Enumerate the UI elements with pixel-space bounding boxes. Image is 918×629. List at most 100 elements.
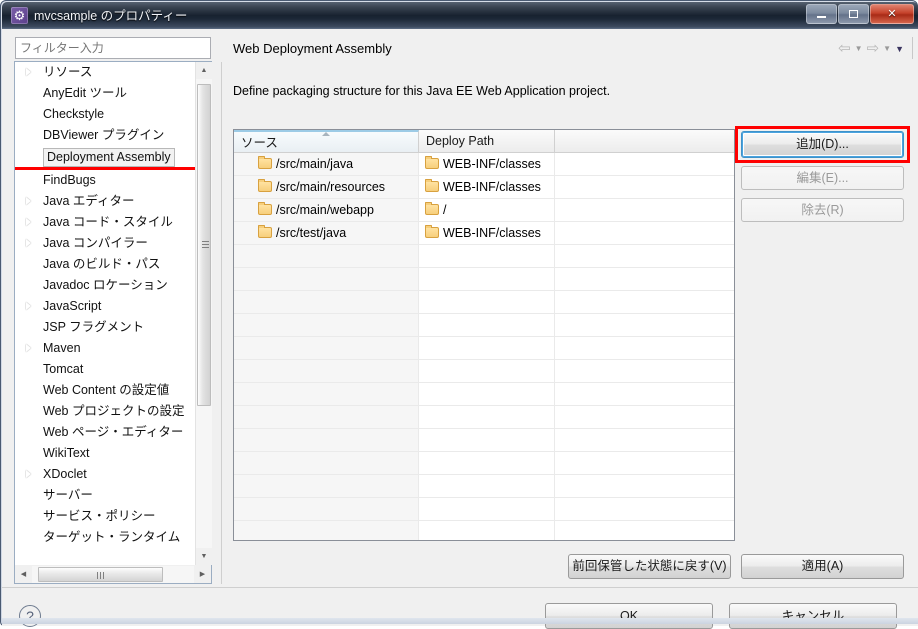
cancel-button[interactable]: キャンセル [729,603,897,629]
settings-tree[interactable]: リソース AnyEdit ツール Checkstyle DBViewer プラグイン D… [15,62,211,565]
expand-arrow-icon[interactable] [26,470,31,478]
sidebar-item-3[interactable]: DBViewer プラグイン [15,125,211,146]
folder-icon [425,179,439,192]
sidebar-item-5[interactable]: FindBugs [15,170,211,191]
sidebar-item-10[interactable]: Javadoc ロケーション [15,275,211,296]
cell-empty [234,521,419,540]
table-row-empty[interactable] [234,360,734,383]
sidebar-item-label: Java のビルド・パス [43,257,161,271]
sidebar-item-20[interactable]: サーバー [15,485,211,506]
table-row[interactable]: /src/main/webapp / [234,199,734,222]
scroll-right-icon[interactable]: ▶ [194,566,211,583]
sidebar-item-label: Javadoc ロケーション [43,278,168,292]
sidebar-item-label: Web プロジェクトの設定 [43,404,185,418]
sidebar-item-21[interactable]: サービス・ポリシー [15,506,211,527]
back-chevron-down-icon[interactable]: ▼ [855,41,863,57]
table-row-empty[interactable] [234,429,734,452]
table-row-empty[interactable] [234,521,734,540]
apply-button[interactable]: 適用(A) [741,554,904,579]
sidebar-item-11[interactable]: JavaScript [15,296,211,317]
horizontal-scrollbar-thumb[interactable] [38,567,163,582]
cell-source: /src/main/resources [234,176,419,198]
cell-empty [419,429,555,451]
sidebar-item-18[interactable]: WikiText [15,443,211,464]
sidebar-item-15[interactable]: Web Content の設定値 [15,380,211,401]
remove-button[interactable]: 除去(R) [741,198,904,222]
sidebar-item-9[interactable]: Java のビルド・パス [15,254,211,275]
restore-defaults-button[interactable]: 前回保管した状態に戻す(V) [568,554,731,579]
cell-empty [555,268,734,290]
expand-arrow-icon[interactable] [26,68,31,76]
cell-extra [555,176,734,198]
sidebar-item-7[interactable]: Java コード・スタイル [15,212,211,233]
table-row-empty[interactable] [234,245,734,268]
forward-chevron-down-icon[interactable]: ▼ [883,41,891,57]
table-row-empty[interactable] [234,475,734,498]
sidebar-item-13[interactable]: Maven [15,338,211,359]
expand-arrow-icon[interactable] [26,218,31,226]
close-button[interactable]: ✕ [870,4,914,24]
add-button[interactable]: 追加(D)... [741,131,904,158]
sidebar-item-16[interactable]: Web プロジェクトの設定 [15,401,211,422]
tree-horizontal-scrollbar[interactable]: ◀ ▶ [15,566,211,583]
tree-vertical-scrollbar[interactable]: ▲ ▼ [195,62,212,565]
minimize-button[interactable] [806,4,837,24]
deployment-assembly-table[interactable]: ソース Deploy Path /src/main/java WEB-INF/cl… [233,129,735,541]
table-row[interactable]: /src/main/resources WEB-INF/classes [234,176,734,199]
sidebar-item-label: Checkstyle [43,107,105,121]
arrow-right-icon[interactable]: ⇨ [867,41,880,57]
arrow-left-icon[interactable]: ⇦ [838,41,851,57]
panel-divider [221,62,222,584]
sidebar-item-2[interactable]: Checkstyle [15,104,211,125]
window-title: mvcsample のプロパティー [34,9,188,23]
sidebar-item-8[interactable]: Java コンパイラー [15,233,211,254]
ok-button[interactable]: OK [545,603,713,629]
cell-empty [419,406,555,428]
cell-empty [234,337,419,359]
cell-empty [555,429,734,451]
sidebar-item-17[interactable]: Web ページ・エディター [15,422,211,443]
table-row-empty[interactable] [234,498,734,521]
table-row-empty[interactable] [234,337,734,360]
expand-arrow-icon[interactable] [26,197,31,205]
expand-arrow-icon[interactable] [26,344,31,352]
sidebar-item-4[interactable]: Deployment Assembly [15,146,211,170]
column-header-blank[interactable] [555,130,734,152]
dialog-body: リソース AnyEdit ツール Checkstyle DBViewer プラグイン D… [2,29,918,629]
folder-icon [258,179,272,192]
expand-arrow-icon[interactable] [26,239,31,247]
table-row-empty[interactable] [234,291,734,314]
sidebar-item-1[interactable]: AnyEdit ツール [15,83,211,104]
edit-button[interactable]: 編集(E)... [741,166,904,190]
sidebar-item-label: サーバー [43,488,93,502]
scroll-left-icon[interactable]: ◀ [15,566,32,583]
cell-empty [234,498,419,520]
cell-empty [555,498,734,520]
folder-icon [258,202,272,215]
sidebar-item-12[interactable]: JSP フラグメント [15,317,211,338]
expand-arrow-icon[interactable] [26,302,31,310]
sidebar-item-6[interactable]: Java エディター [15,191,211,212]
filter-input[interactable] [15,37,211,59]
table-row-empty[interactable] [234,268,734,291]
sidebar-item-0[interactable]: リソース [15,62,211,83]
table-row-empty[interactable] [234,314,734,337]
sidebar-item-22[interactable]: ターゲット・ランタイム [15,527,211,548]
scroll-up-icon[interactable]: ▲ [196,62,212,79]
vertical-scrollbar-thumb[interactable] [197,84,211,406]
table-row[interactable]: /src/test/java WEB-INF/classes [234,222,734,245]
table-row-empty[interactable] [234,452,734,475]
sidebar-item-19[interactable]: XDoclet [15,464,211,485]
cell-empty [419,383,555,405]
title-bar: ⚙ mvcsample のプロパティー ✕ [2,2,918,29]
sidebar-item-14[interactable]: Tomcat [15,359,211,380]
view-menu-chevron-down-icon[interactable]: ▼ [895,41,904,57]
cell-empty [419,452,555,474]
table-row[interactable]: /src/main/java WEB-INF/classes [234,153,734,176]
maximize-button[interactable] [838,4,869,24]
folder-icon [425,156,439,169]
scroll-down-icon[interactable]: ▼ [196,548,212,565]
table-row-empty[interactable] [234,383,734,406]
table-row-empty[interactable] [234,406,734,429]
column-header-deploy-path[interactable]: Deploy Path [419,130,555,152]
